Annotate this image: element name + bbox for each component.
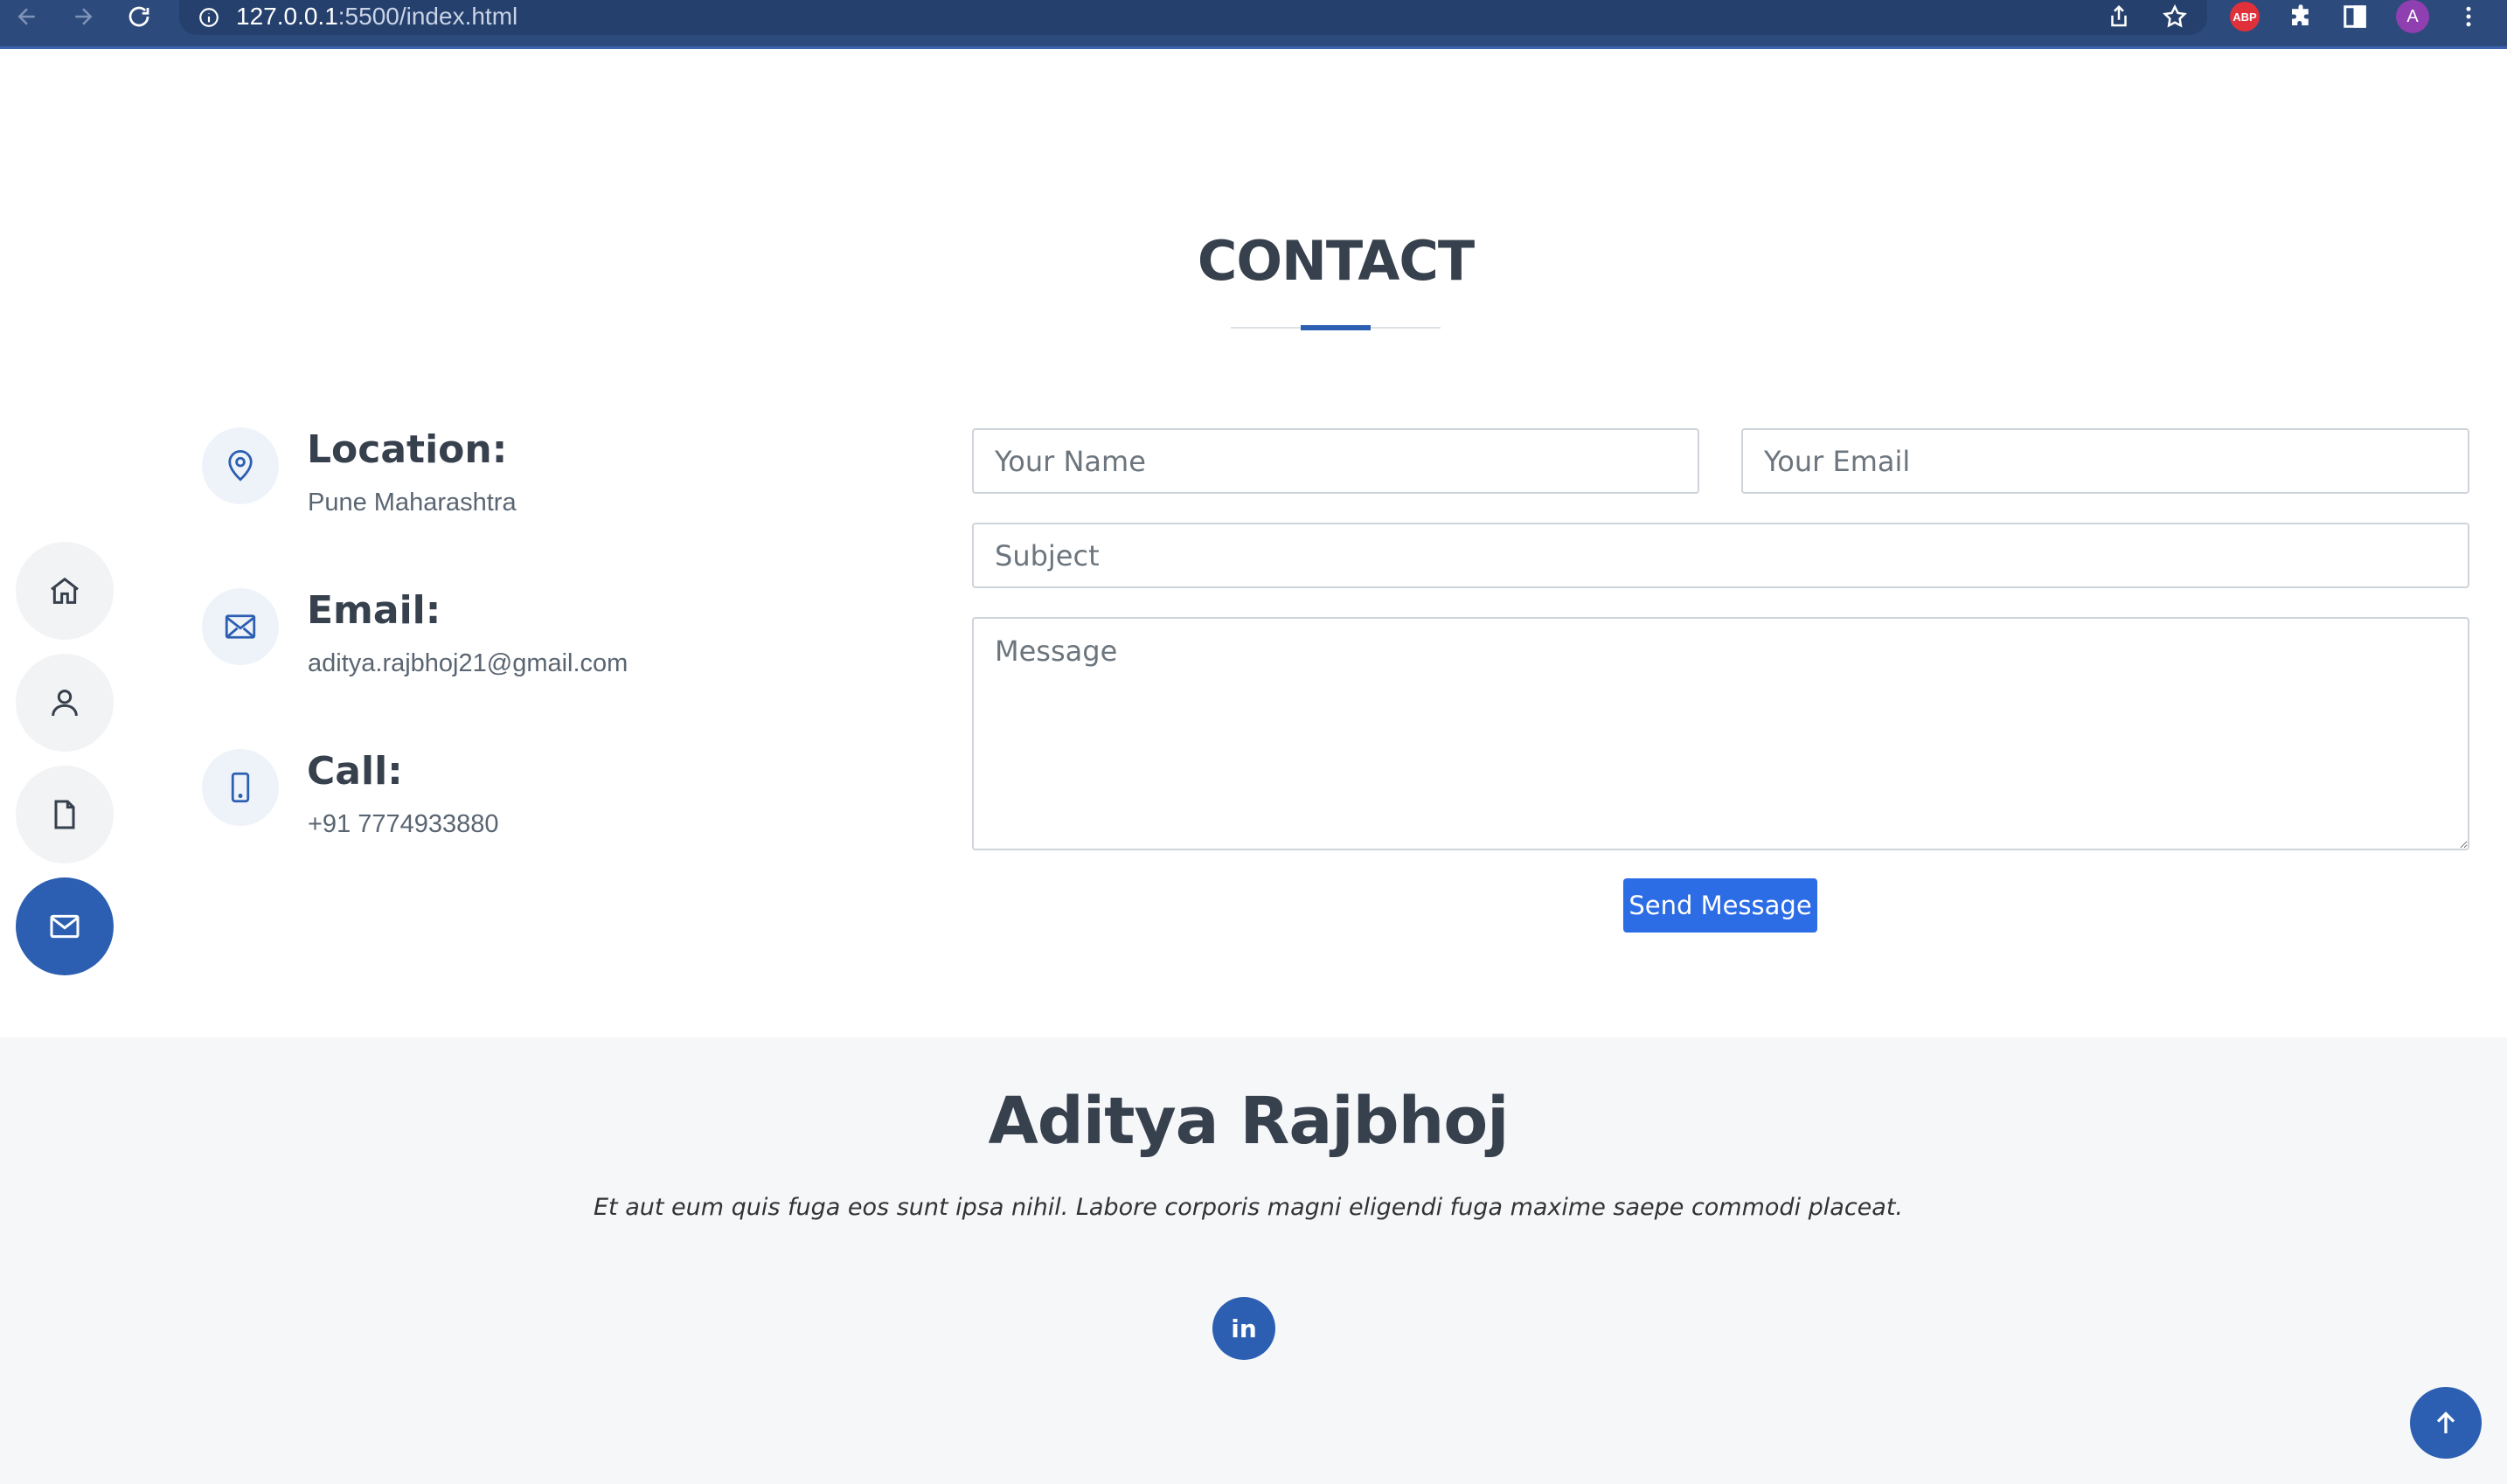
arrow-right-icon bbox=[75, 8, 93, 25]
nav-resume[interactable] bbox=[16, 766, 114, 863]
envelope-icon bbox=[202, 588, 279, 665]
arrow-left-icon bbox=[17, 8, 35, 25]
footer-name: Aditya Rajbhoj bbox=[988, 1084, 1509, 1159]
reload-icon bbox=[128, 6, 149, 27]
nav-about[interactable] bbox=[16, 654, 114, 752]
title-underline-accent bbox=[1301, 325, 1371, 330]
site-info-icon[interactable] bbox=[196, 4, 222, 31]
phone-icon bbox=[202, 749, 279, 826]
url-text[interactable]: 127.0.0.1:5500/index.html bbox=[236, 0, 517, 33]
profile-button[interactable]: A bbox=[2392, 0, 2434, 33]
name-input[interactable] bbox=[972, 428, 1699, 494]
browser-toolbar: 127.0.0.1:5500/index.html ABP A bbox=[0, 0, 2507, 49]
section-title: CONTACT bbox=[1197, 229, 1475, 293]
forward-button[interactable] bbox=[61, 0, 105, 33]
side-panel-icon[interactable] bbox=[2334, 0, 2376, 33]
call-value: +91 7774933880 bbox=[308, 810, 499, 838]
linkedin-icon: in bbox=[1231, 1314, 1257, 1343]
footer-tagline: Et aut eum quis fuga eos sunt ipsa nihil… bbox=[593, 1194, 1904, 1221]
email-label: Email: bbox=[307, 588, 441, 633]
call-label: Call: bbox=[307, 749, 403, 794]
map-pin-icon bbox=[202, 427, 279, 504]
location-label: Location: bbox=[307, 427, 508, 472]
envelope-icon bbox=[50, 914, 80, 939]
adblock-extension[interactable]: ABP bbox=[2224, 0, 2266, 33]
file-icon bbox=[54, 800, 75, 829]
email-value: aditya.rajbhoj21@gmail.com bbox=[308, 649, 628, 677]
nav-home[interactable] bbox=[16, 542, 114, 640]
url-path: :5500/index.html bbox=[337, 3, 518, 30]
location-value: Pune Maharashtra bbox=[308, 489, 517, 517]
menu-icon[interactable] bbox=[2448, 0, 2490, 33]
person-icon bbox=[52, 690, 78, 717]
nav-contact[interactable] bbox=[16, 877, 114, 975]
adblock-icon: ABP bbox=[2230, 2, 2260, 31]
url-host: 127.0.0.1 bbox=[236, 3, 338, 30]
reload-button[interactable] bbox=[117, 0, 161, 33]
send-message-button[interactable]: Send Message bbox=[1623, 878, 1817, 933]
puzzle-icon[interactable] bbox=[2280, 0, 2322, 33]
email-input[interactable] bbox=[1741, 428, 2469, 494]
house-icon bbox=[51, 577, 79, 604]
back-to-top-button[interactable] bbox=[2410, 1387, 2482, 1459]
avatar: A bbox=[2396, 0, 2429, 33]
arrow-up-icon bbox=[2436, 1411, 2455, 1433]
linkedin-link[interactable]: in bbox=[1212, 1297, 1275, 1360]
message-textarea[interactable] bbox=[972, 617, 2469, 850]
share-icon[interactable] bbox=[2098, 0, 2140, 33]
back-button[interactable] bbox=[5, 0, 49, 33]
subject-input[interactable] bbox=[972, 523, 2469, 588]
bookmark-star-icon[interactable] bbox=[2154, 0, 2196, 33]
